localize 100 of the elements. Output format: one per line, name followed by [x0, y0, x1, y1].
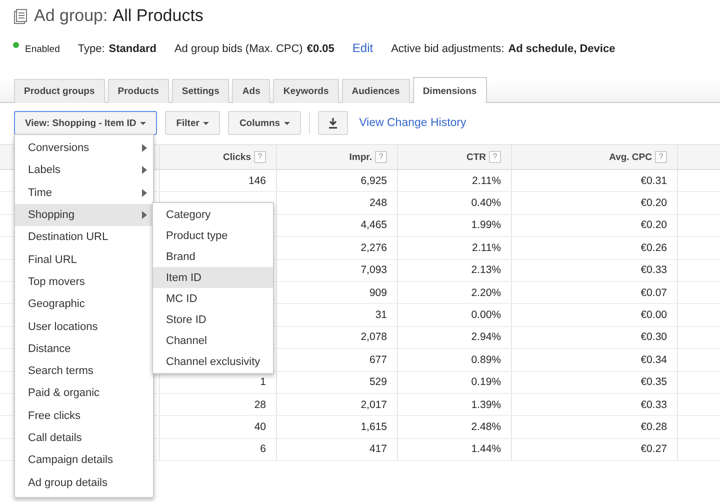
submenu-arrow-icon: [142, 144, 147, 152]
help-button[interactable]: ?: [489, 151, 501, 163]
menu-item[interactable]: User locations: [15, 315, 153, 338]
menu-item[interactable]: Store ID: [153, 309, 273, 330]
menu-item[interactable]: Category: [153, 204, 273, 225]
tab[interactable]: Settings: [172, 79, 230, 103]
table-cell: 1.39%: [471, 398, 501, 411]
menu-item[interactable]: Shopping: [15, 204, 153, 226]
table-cell: 2,078: [360, 331, 387, 344]
submenu-arrow-icon: [142, 211, 147, 220]
menu-item[interactable]: Geographic: [15, 293, 153, 316]
document-icon: [14, 8, 27, 24]
table-cell: 2.48%: [471, 420, 501, 433]
table-cell: 0.00%: [471, 309, 501, 322]
table-cell: 31: [375, 309, 387, 322]
column-header[interactable]: Clicks: [223, 152, 251, 162]
table-cell: 2,017: [360, 398, 387, 411]
table-cell: 529: [369, 376, 387, 388]
bids-label: Ad group bids (Max. CPC): [174, 43, 303, 55]
menu-item[interactable]: Distance: [15, 338, 153, 360]
table-cell: 1.44%: [471, 443, 501, 456]
table-cell: 0.89%: [471, 354, 501, 366]
table-cell: 4,465: [360, 219, 387, 232]
menu-item[interactable]: Destination URL: [15, 226, 153, 248]
menu-item[interactable]: MC ID: [153, 288, 273, 309]
download-icon: [328, 118, 338, 128]
type-value: Standard: [108, 43, 156, 55]
menu-item[interactable]: Channel: [153, 330, 273, 351]
filter-dropdown-button[interactable]: Filter: [165, 111, 220, 135]
menu-item[interactable]: Ad group details: [15, 471, 153, 494]
tab[interactable]: Dimensions: [412, 77, 487, 103]
adjustments-label: Active bid adjustments:: [391, 43, 504, 55]
column-header[interactable]: Avg. CPC: [609, 152, 652, 162]
menu-item[interactable]: Item ID: [153, 267, 273, 288]
status-text: Enabled: [25, 44, 60, 55]
table-cell: €0.26: [640, 242, 667, 254]
menu-item[interactable]: Product type: [153, 225, 273, 246]
menu-item[interactable]: Time: [15, 182, 153, 204]
table-cell: 248: [369, 197, 387, 210]
table-cell: 0.40%: [471, 197, 501, 210]
table-cell: €0.31: [640, 174, 667, 187]
table-cell: €0.20: [640, 219, 667, 232]
menu-item[interactable]: Free clicks: [15, 404, 153, 427]
tab[interactable]: Ads: [232, 79, 270, 103]
table-cell: 2,276: [360, 242, 387, 254]
tab[interactable]: Audiences: [342, 79, 410, 103]
table-cell: 2.11%: [472, 242, 501, 254]
menu-item[interactable]: Campaign details: [15, 449, 153, 472]
menu-item[interactable]: Conversions: [15, 137, 153, 160]
table-cell: 6: [260, 443, 266, 456]
columns-dropdown-button[interactable]: Columns: [228, 111, 302, 135]
download-button[interactable]: [318, 111, 348, 135]
type-label: Type:: [78, 43, 105, 55]
menu-item[interactable]: Call details: [15, 426, 153, 450]
edit-link[interactable]: Edit: [352, 41, 374, 55]
tab[interactable]: Keywords: [273, 79, 339, 103]
table-cell: 7,093: [360, 264, 387, 276]
table-cell: 28: [254, 398, 266, 411]
table-cell: €0.30: [640, 331, 667, 344]
table-cell: 2.11%: [472, 174, 501, 187]
help-button[interactable]: ?: [375, 151, 387, 163]
table-cell: 2.94%: [471, 331, 501, 344]
table-cell: 146: [248, 174, 266, 187]
table-cell: 417: [369, 443, 387, 456]
help-button[interactable]: ?: [655, 151, 667, 163]
menu-item[interactable]: Search terms: [15, 360, 153, 382]
help-button[interactable]: ?: [254, 151, 266, 163]
table-cell: €0.07: [640, 286, 667, 299]
menu-item[interactable]: Brand: [153, 246, 273, 267]
menu-item[interactable]: Paid & organic: [15, 382, 153, 405]
table-cell: €0.33: [640, 264, 667, 276]
table-cell: €0.27: [640, 443, 667, 456]
table-cell: 6,925: [360, 174, 387, 187]
column-header[interactable]: CTR: [466, 152, 486, 162]
tab[interactable]: Products: [108, 79, 169, 103]
adjustments-value: Ad schedule, Device: [508, 43, 616, 55]
bids-value: €0.05: [306, 43, 334, 55]
view-dropdown-button[interactable]: View: Shopping - Item ID: [14, 111, 158, 135]
status-dot: [13, 42, 19, 48]
menu-item[interactable]: Top movers: [15, 270, 153, 294]
table-cell: 677: [369, 354, 387, 366]
submenu-arrow-icon: [142, 188, 147, 197]
menu-item[interactable]: Final URL: [15, 248, 153, 271]
table-cell: 2.13%: [471, 264, 501, 276]
page-title: All Products: [112, 6, 204, 26]
column-header[interactable]: Impr.: [349, 152, 372, 162]
table-cell: 1.99%: [471, 219, 501, 232]
table-cell: 40: [254, 420, 266, 433]
table-cell: €0.28: [640, 420, 667, 433]
menu-item[interactable]: Channel exclusivity: [153, 351, 273, 372]
table-cell: €0.00: [640, 309, 667, 322]
table-cell: 909: [369, 286, 387, 299]
menu-item[interactable]: Labels: [15, 159, 153, 182]
page-title-label: Ad group:: [34, 6, 108, 26]
table-cell: €0.35: [640, 376, 667, 388]
table-cell: 1: [260, 376, 266, 388]
view-change-history-link[interactable]: View Change History: [359, 117, 466, 129]
table-cell: 2.20%: [471, 286, 501, 299]
tab[interactable]: Product groups: [14, 79, 105, 103]
table-cell: €0.20: [640, 197, 667, 210]
